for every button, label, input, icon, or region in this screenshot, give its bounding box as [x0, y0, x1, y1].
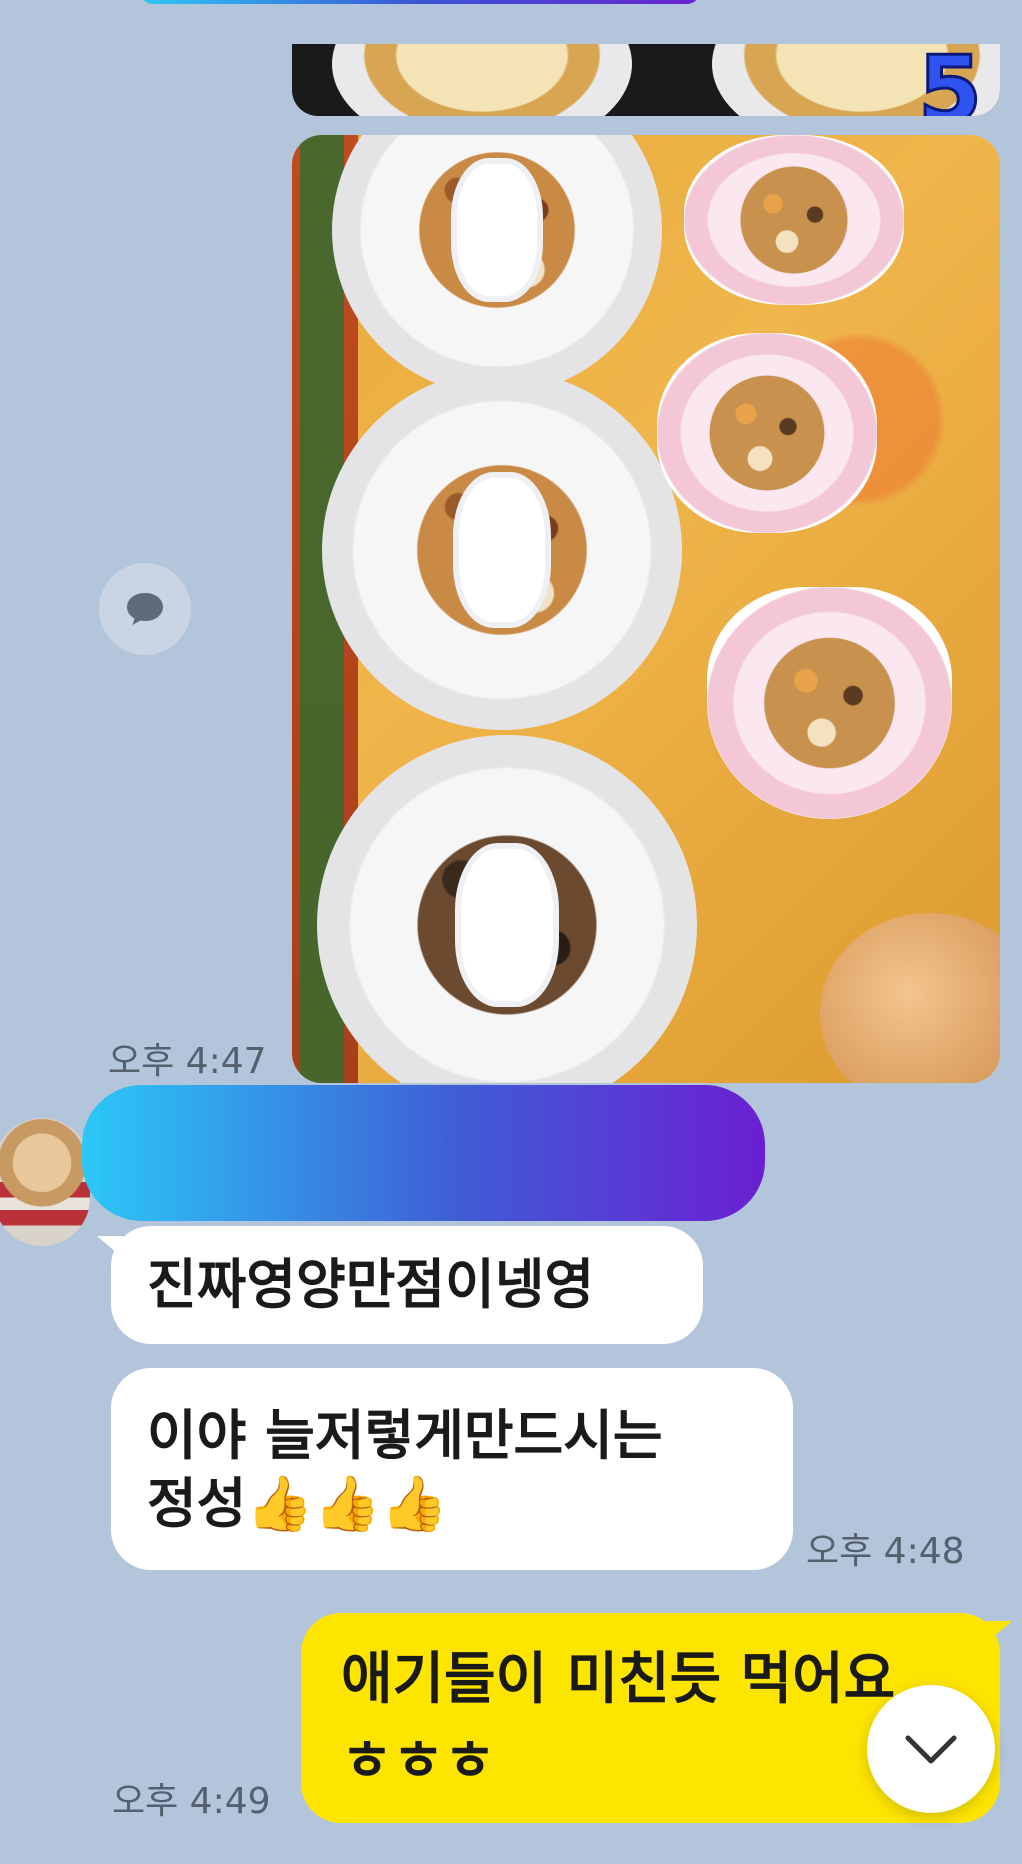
chevron-down-icon	[905, 1735, 957, 1764]
message-text: 이야 늘저렇게만드시는	[147, 1404, 663, 1467]
slow-feeder-bowl-image	[317, 735, 697, 1083]
redacted-name-bar-top	[140, 0, 700, 4]
photo-count-badge: 5	[916, 44, 983, 116]
incoming-message-bubble[interactable]: 진짜영양만점이넹영	[97, 1226, 703, 1344]
photo-message-dog-food-bowls[interactable]	[292, 135, 1000, 1083]
message-timestamp: 오후 4:48	[806, 1531, 965, 1572]
thumbs-up-emoji: 👍👍👍	[246, 1472, 449, 1535]
scroll-to-bottom-button[interactable]	[867, 1685, 995, 1813]
message-text: 애기들이 미친듯 먹어요	[341, 1647, 896, 1712]
pink-bowl-image	[684, 135, 904, 305]
speech-bubble-icon	[127, 593, 163, 625]
sender-avatar[interactable]	[0, 1118, 90, 1246]
message-timestamp: 오후 4:47	[108, 1041, 267, 1082]
slow-feeder-bowl-image	[332, 135, 662, 395]
message-text: 진짜영양만점이넹영	[147, 1253, 595, 1316]
redacted-sender-name	[82, 1085, 765, 1221]
message-text-line-2: ㅎㅎㅎ	[341, 1729, 496, 1794]
heart-bowl-image	[707, 587, 952, 819]
photo-preview-previous[interactable]: 5	[292, 44, 1000, 116]
comment-button[interactable]	[99, 563, 191, 655]
food-bowl-image	[332, 44, 632, 116]
pumpkin-image	[820, 913, 1000, 1083]
slow-feeder-bowl-image	[322, 370, 682, 730]
message-timestamp: 오후 4:49	[112, 1781, 271, 1822]
incoming-message-bubble[interactable]: 이야 늘저렇게만드시는 정성👍👍👍	[111, 1368, 793, 1570]
message-text-line-2: 정성👍👍👍	[147, 1472, 449, 1535]
pink-bowl-image	[657, 333, 877, 533]
